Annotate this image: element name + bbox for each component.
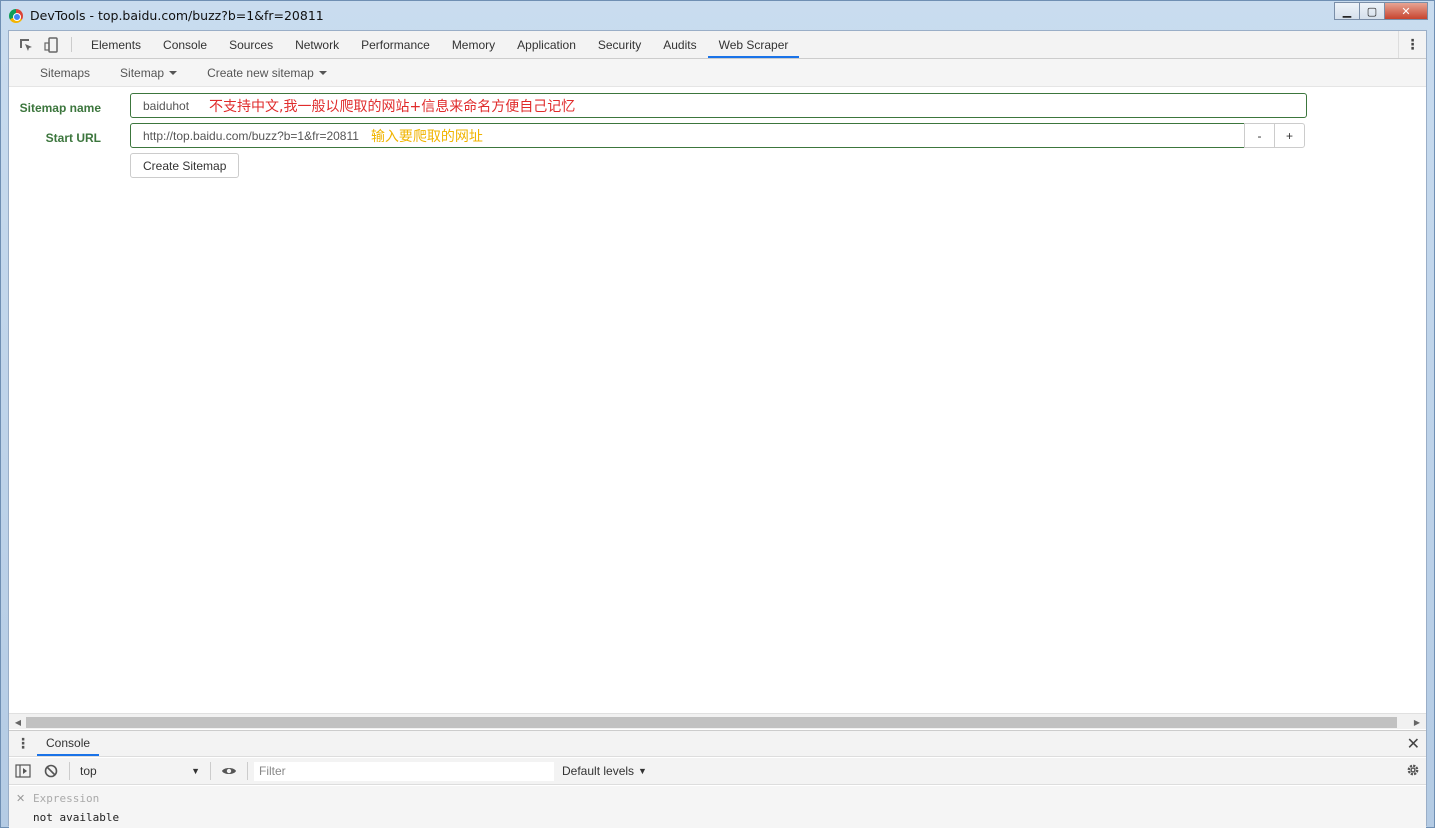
tab-web-scraper[interactable]: Web Scraper [707, 31, 800, 58]
minimize-button[interactable]: ▁ [1334, 2, 1360, 20]
toolbar-divider [71, 37, 72, 52]
caret-down-icon [169, 70, 178, 75]
subnav-sitemap-dropdown[interactable]: Sitemap [105, 66, 192, 80]
horizontal-scrollbar[interactable]: ◀ ▶ [9, 713, 1426, 729]
subnav-create-new-label: Create new sitemap [207, 65, 314, 80]
context-selector[interactable]: top ▼ [74, 764, 206, 778]
clear-console-icon[interactable] [37, 764, 65, 778]
console-toolbar: top ▼ Filter Default levels ▼ [9, 758, 1426, 785]
toolbar-divider [210, 762, 211, 780]
toolbar-divider [69, 762, 70, 780]
close-drawer-icon[interactable]: ✕ [1407, 734, 1420, 754]
subnav-sitemaps-label: Sitemaps [40, 65, 91, 80]
devtools-tabbar: Elements Console Sources Network Perform… [9, 31, 1426, 59]
scroll-right-icon[interactable]: ▶ [1410, 715, 1424, 729]
tab-sources[interactable]: Sources [218, 31, 284, 58]
expression-label[interactable]: Expression [33, 792, 99, 805]
inspect-element-icon[interactable] [13, 31, 39, 58]
context-value: top [80, 764, 97, 778]
log-levels-dropdown[interactable]: Default levels ▼ [562, 764, 647, 778]
tab-network[interactable]: Network [284, 31, 350, 58]
devtools-panel: Elements Console Sources Network Perform… [8, 30, 1427, 828]
devtools-window: DevTools - top.baidu.com/buzz?b=1&fr=208… [0, 0, 1435, 828]
start-url-annotation: 输入要爬取的网址 [370, 128, 483, 145]
dropdown-arrow-icon: ▼ [191, 766, 200, 776]
device-toolbar-icon[interactable] [39, 31, 65, 58]
more-options-icon[interactable]: ⋮ [1398, 31, 1426, 58]
create-sitemap-button[interactable]: Create Sitemap [130, 153, 240, 178]
expression-value: not available [33, 811, 120, 824]
caret-down-icon [318, 70, 327, 75]
console-settings-gear-icon[interactable] [1406, 763, 1420, 780]
tab-application[interactable]: Application [506, 31, 587, 58]
start-url-input[interactable]: http://top.baidu.com/buzz?b=1&fr=20811 输… [130, 123, 1245, 148]
tab-console[interactable]: Console [152, 31, 218, 58]
subnav-create-new-dropdown[interactable]: Create new sitemap [192, 66, 342, 80]
drawer-tab-console[interactable]: Console [37, 731, 100, 756]
tab-elements[interactable]: Elements [80, 31, 152, 58]
subnav-sitemaps[interactable]: Sitemaps [25, 66, 105, 80]
close-button[interactable]: ✕ [1384, 2, 1428, 20]
start-url-label: Start URL [45, 131, 101, 145]
dropdown-arrow-icon: ▼ [638, 766, 647, 776]
toolbar-divider [247, 762, 248, 780]
chrome-logo-icon [9, 8, 23, 23]
tab-memory[interactable]: Memory [441, 31, 506, 58]
live-expression: ✕ Expression not available [9, 786, 1426, 828]
window-title: DevTools - top.baidu.com/buzz?b=1&fr=208… [30, 8, 324, 23]
remove-expression-icon[interactable]: ✕ [16, 792, 25, 805]
tab-performance[interactable]: Performance [350, 31, 441, 58]
start-url-value: http://top.baidu.com/buzz?b=1&fr=20811 [143, 128, 359, 143]
tab-security[interactable]: Security [587, 31, 652, 58]
remove-url-button[interactable]: - [1244, 123, 1275, 148]
scroll-left-icon[interactable]: ◀ [11, 715, 25, 729]
sitemap-name-label: Sitemap name [19, 101, 101, 115]
sitemap-name-value: baiduhot [143, 98, 190, 113]
maximize-button[interactable]: ▢ [1359, 2, 1385, 20]
log-levels-label: Default levels [562, 764, 635, 778]
scrollbar-thumb[interactable] [26, 717, 1397, 728]
filter-placeholder: Filter [259, 764, 286, 778]
filter-input[interactable]: Filter [254, 761, 554, 781]
window-controls: ▁ ▢ ✕ [1334, 2, 1428, 20]
drawer-tabbar: ⋮ Console ✕ [9, 730, 1426, 757]
scraper-subnav: Sitemaps Sitemap Create new sitemap [9, 59, 1426, 87]
subnav-sitemap-label: Sitemap [120, 65, 165, 80]
title-bar: DevTools - top.baidu.com/buzz?b=1&fr=208… [1, 1, 1434, 30]
sitemap-name-annotation: 不支持中文,我一般以爬取的网站+信息来命名方便自己记忆 [209, 98, 576, 115]
add-url-button[interactable]: + [1274, 123, 1305, 148]
tab-audits[interactable]: Audits [652, 31, 707, 58]
sitemap-form: Sitemap name baiduhot 不支持中文,我一般以爬取的网站+信息… [9, 88, 1426, 248]
live-expression-eye-icon[interactable] [215, 765, 243, 777]
drawer-menu-icon[interactable]: ⋮ [9, 731, 37, 756]
sitemap-name-input[interactable]: baiduhot 不支持中文,我一般以爬取的网站+信息来命名方便自己记忆 [130, 93, 1307, 118]
show-sidebar-icon[interactable] [9, 764, 37, 778]
